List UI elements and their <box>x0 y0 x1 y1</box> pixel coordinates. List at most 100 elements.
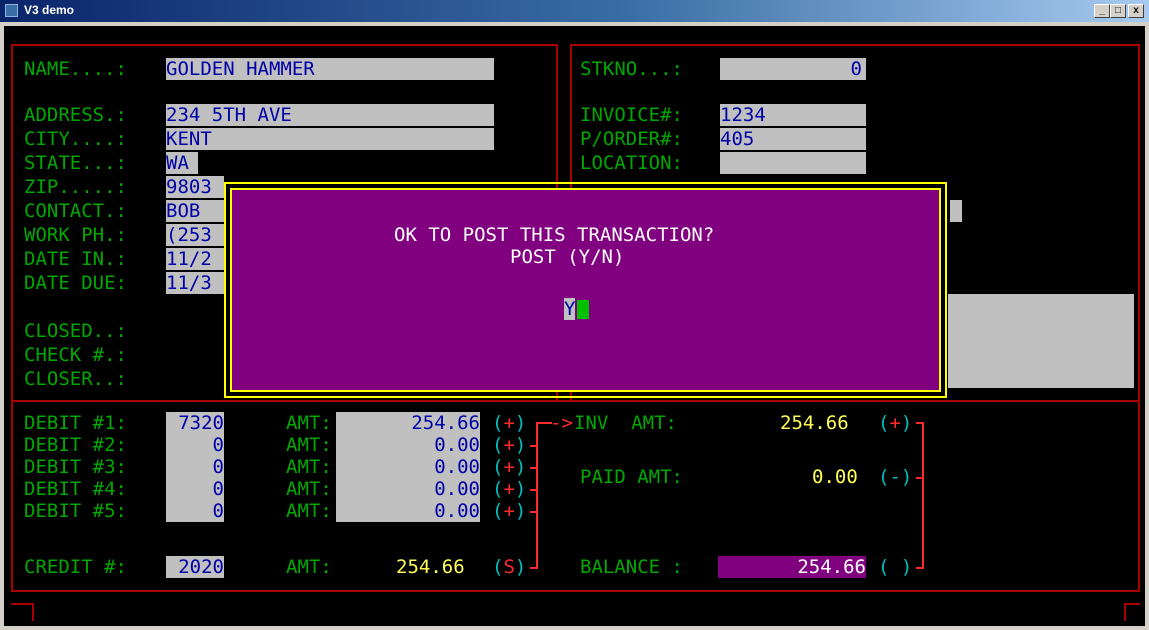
post-answer-input[interactable]: Y <box>564 298 576 320</box>
debit-4-amount[interactable]: 0.00 <box>336 478 480 500</box>
work-phone-field[interactable]: (253 <box>166 224 224 246</box>
debit-5-account[interactable]: 0 <box>166 500 224 522</box>
bottom-border-line <box>11 590 1140 592</box>
bottom-left-border <box>11 400 13 592</box>
dialog-message: OK TO POST THIS TRANSACTION? <box>394 224 715 246</box>
name-label: NAME....: <box>24 58 127 80</box>
work-phone-label: WORK PH.: <box>24 224 127 246</box>
credit-amount: 254.66 <box>396 556 465 578</box>
title-bar[interactable]: V3 demo _ □ x <box>0 0 1149 22</box>
debit-3-account[interactable]: 0 <box>166 456 224 478</box>
debit-1-account[interactable]: 7320 <box>166 412 224 434</box>
credit-account[interactable]: 2020 <box>166 556 224 578</box>
post-dialog <box>230 188 941 392</box>
notes-box[interactable] <box>948 294 1134 388</box>
console-screen: NAME....: GOLDEN HAMMER ADDRESS.: 234 5T… <box>4 26 1145 626</box>
connector-tick <box>530 567 538 569</box>
corner-mark-right-h <box>1124 603 1140 605</box>
connector-tick <box>530 467 538 469</box>
plus-sign: + <box>889 412 901 434</box>
minimize-button[interactable]: _ <box>1094 4 1110 18</box>
stkno-field[interactable]: 0 <box>720 58 866 80</box>
date-due-field[interactable]: 11/3 <box>166 272 224 294</box>
debit-5-amount[interactable]: 0.00 <box>336 500 480 522</box>
plus-sign: + <box>503 456 515 478</box>
state-field[interactable]: WA <box>166 152 198 174</box>
invoice-label: INVOICE#: <box>580 104 683 126</box>
credit-amt-label: AMT: <box>286 556 332 578</box>
inv-amt-label: INV AMT: <box>574 412 677 434</box>
closer-label: CLOSER..: <box>24 368 127 390</box>
text-cursor <box>577 300 589 319</box>
connector-tick <box>916 477 924 479</box>
debit-3-amt-label: AMT: <box>286 456 332 478</box>
date-in-label: DATE IN.: <box>24 248 127 270</box>
debit-2-amt-label: AMT: <box>286 434 332 456</box>
city-label: CITY....: <box>24 128 127 150</box>
check-label: CHECK #.: <box>24 344 127 366</box>
city-field[interactable]: KENT <box>166 128 494 150</box>
debit-2-label: DEBIT #2: <box>24 434 127 456</box>
address-field[interactable]: 234 5TH AVE <box>166 104 494 126</box>
corner-mark-right <box>1124 603 1126 621</box>
debit-1-amount[interactable]: 254.66 <box>336 412 480 434</box>
balance-sign: ( ) <box>878 556 913 578</box>
plus-sign: + <box>503 478 515 500</box>
connector-arrow: -> <box>550 412 573 434</box>
dialog-prompt: POST (Y/N) <box>510 246 625 268</box>
inv-amt-value: 254.66 <box>780 412 849 434</box>
contact-field[interactable]: BOB <box>166 200 224 222</box>
close-button[interactable]: x <box>1128 4 1144 18</box>
paid-amt-sign: (-) <box>878 466 913 488</box>
date-in-field[interactable]: 11/2 <box>166 248 224 270</box>
debit-2-account[interactable]: 0 <box>166 434 224 456</box>
porder-field[interactable]: 405 <box>720 128 866 150</box>
bottom-right-border <box>1138 400 1140 592</box>
location-field[interactable] <box>720 152 866 174</box>
name-field[interactable]: GOLDEN HAMMER <box>166 58 494 80</box>
zip-field[interactable]: 9803 <box>166 176 224 198</box>
maximize-button[interactable]: □ <box>1110 4 1126 18</box>
credit-label: CREDIT #: <box>24 556 127 578</box>
window-title: V3 demo <box>24 3 75 17</box>
debit-1-amt-label: AMT: <box>286 412 332 434</box>
debit-4-sign: (+) <box>492 478 527 500</box>
stkno-label: STKNO...: <box>580 58 683 80</box>
balance-label: BALANCE : <box>580 556 683 578</box>
partial-field[interactable] <box>950 200 962 222</box>
connector-tick <box>530 445 538 447</box>
debit-5-amt-label: AMT: <box>286 500 332 522</box>
zip-label: ZIP.....: <box>24 176 127 198</box>
debit-3-sign: (+) <box>492 456 527 478</box>
debit-5-label: DEBIT #5: <box>24 500 127 522</box>
location-label: LOCATION: <box>580 152 683 174</box>
debit-4-amt-label: AMT: <box>286 478 332 500</box>
credit-sign: (S) <box>492 556 527 578</box>
connector-tick <box>530 489 538 491</box>
porder-label: P/ORDER#: <box>580 128 683 150</box>
divider-line <box>11 400 1140 402</box>
balance-value: 254.66 <box>718 556 866 578</box>
debit-4-label: DEBIT #4: <box>24 478 127 500</box>
paid-amt-label: PAID AMT: <box>580 466 683 488</box>
contact-label: CONTACT.: <box>24 200 127 222</box>
debit-1-sign: (+) <box>492 412 527 434</box>
plus-sign: + <box>503 500 515 522</box>
connector-tick <box>530 511 538 513</box>
connector-tick <box>916 422 924 424</box>
debit-2-amount[interactable]: 0.00 <box>336 434 480 456</box>
state-label: STATE...: <box>24 152 127 174</box>
debit-1-label: DEBIT #1: <box>24 412 127 434</box>
debit-3-label: DEBIT #3: <box>24 456 127 478</box>
debit-4-account[interactable]: 0 <box>166 478 224 500</box>
debit-5-sign: (+) <box>492 500 527 522</box>
corner-mark-left-h <box>11 603 34 605</box>
corner-mark-left <box>32 603 34 621</box>
debit-2-sign: (+) <box>492 434 527 456</box>
plus-sign: + <box>503 434 515 456</box>
invoice-field[interactable]: 1234 <box>720 104 866 126</box>
debit-3-amount[interactable]: 0.00 <box>336 456 480 478</box>
connector-tick <box>916 567 924 569</box>
inv-amt-sign: (+) <box>878 412 913 434</box>
plus-sign: + <box>503 412 515 434</box>
